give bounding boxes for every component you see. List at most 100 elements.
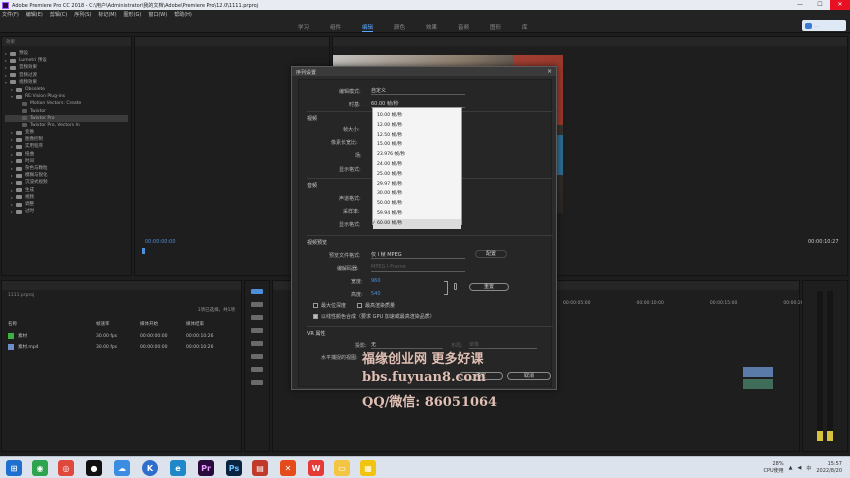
timebase-option[interactable]: ✓ 60.00 帧/秒	[372, 218, 461, 229]
reset-button[interactable]: 重置	[469, 283, 509, 291]
baidu-netdisk-icon[interactable]: ☁	[114, 460, 130, 476]
effects-panel-header[interactable]: 效果	[2, 37, 131, 46]
source-monitor-header[interactable]	[135, 37, 329, 46]
menu-file[interactable]: 文件(F)	[2, 11, 19, 18]
timebase-option[interactable]: 12.00 帧/秒	[373, 121, 461, 131]
selection-tool-icon[interactable]	[251, 289, 263, 294]
timebase-option[interactable]: 30.00 帧/秒	[373, 189, 461, 199]
linear-color-checkbox[interactable]: 以线性颜色合成（要求 GPU 加速或最高渲染品质）	[313, 313, 435, 320]
folder-icon[interactable]: ▭	[334, 460, 350, 476]
width-value[interactable]: 960	[371, 278, 381, 284]
menu-help[interactable]: 帮助(H)	[174, 11, 192, 18]
effects-tree-item[interactable]: Motion Vectors: Create	[5, 100, 128, 107]
ime-icon[interactable]: 中	[806, 465, 811, 472]
volume-icon[interactable]: ◀	[797, 465, 801, 471]
timebase-option[interactable]: 29.97 帧/秒	[373, 180, 461, 190]
workspace-tab-color[interactable]: 颜色	[394, 23, 405, 31]
effects-tree-item[interactable]: ▸ 变换	[5, 129, 128, 136]
chrome-icon[interactable]: ◎	[58, 460, 74, 476]
codec-select[interactable]: MPEG I-Frame	[371, 264, 465, 272]
timebase-option[interactable]: 15.00 帧/秒	[373, 140, 461, 150]
program-monitor-header[interactable]	[333, 37, 847, 46]
height-value[interactable]: 540	[371, 291, 381, 297]
col-fps[interactable]: 帧速率	[96, 321, 140, 327]
timebase-option[interactable]: 24.00 帧/秒	[373, 160, 461, 170]
dialog-close-icon[interactable]: ×	[547, 68, 552, 75]
project-row[interactable]: 素材.mp4 30.00 fps 00:00:00:00 00:00:10:26	[8, 342, 238, 352]
max-bit-depth-checkbox[interactable]: 最大位深度	[313, 302, 346, 309]
notes-icon[interactable]: ▦	[360, 460, 376, 476]
effects-tree-item[interactable]: ▸ 音频效果	[5, 64, 128, 71]
effects-tree-item[interactable]: Twixtor Pro	[5, 114, 128, 122]
k-app-icon[interactable]: K	[142, 460, 158, 476]
qq-icon[interactable]: ●	[86, 460, 102, 476]
menu-window[interactable]: 窗口(W)	[148, 11, 167, 18]
slip-tool-icon[interactable]	[251, 341, 263, 346]
workspace-tab-libraries[interactable]: 库	[522, 23, 528, 31]
max-render-quality-checkbox[interactable]: 最高渲染质量	[357, 302, 395, 309]
wps-chart-icon[interactable]: ▤	[252, 460, 268, 476]
timeline-ruler[interactable]: 00:00:05:00 00:00:10:00 00:00:15:00 00:0…	[563, 301, 811, 306]
timebase-option[interactable]: 50.00 帧/秒	[373, 199, 461, 209]
network-icon[interactable]: ▲	[789, 465, 793, 471]
workspace-tab-editing[interactable]: 编辑	[362, 23, 374, 32]
close-button[interactable]: ✕	[830, 0, 850, 10]
360-browser-icon[interactable]: ◉	[32, 460, 48, 476]
start-menu-icon[interactable]: ⊞	[6, 460, 22, 476]
effects-tree-item[interactable]: ▸ 视频	[5, 194, 128, 201]
photoshop-icon[interactable]: Ps	[226, 460, 242, 476]
effects-tree-item[interactable]: ▸ 图像控制	[5, 136, 128, 143]
timebase-option[interactable]: 23.976 帧/秒	[373, 150, 461, 160]
effects-tree-item[interactable]: ▸ 调整	[5, 201, 128, 208]
link-icon[interactable]	[454, 283, 457, 290]
effects-tree-item[interactable]: ▸ 沉浸式视频	[5, 179, 128, 186]
minimize-button[interactable]: —	[790, 0, 810, 10]
col-start[interactable]: 媒体开始	[140, 321, 186, 327]
audio-clip[interactable]	[743, 379, 773, 389]
source-playhead[interactable]	[142, 248, 145, 254]
track-select-tool-icon[interactable]	[251, 302, 263, 307]
effects-tree-item[interactable]: ▾ 视频效果	[5, 79, 128, 86]
configure-button[interactable]: 配置	[475, 250, 507, 258]
effects-tree-item[interactable]: ▸ Lumetri 预设	[5, 57, 128, 64]
effects-tree-item[interactable]: Twixtor Pro, Vectors In	[5, 122, 128, 129]
effects-tree-item[interactable]: ▸ 模糊与锐化	[5, 172, 128, 179]
ripple-edit-tool-icon[interactable]	[251, 315, 263, 320]
hand-tool-icon[interactable]	[251, 367, 263, 372]
workspace-tab-audio[interactable]: 音频	[458, 23, 469, 31]
menu-marker[interactable]: 标记(M)	[98, 11, 116, 18]
pen-tool-icon[interactable]	[251, 354, 263, 359]
timebase-option[interactable]: 10.00 帧/秒	[373, 111, 461, 121]
baidu-netdisk-badge[interactable]: ...	[802, 20, 846, 31]
edge-icon[interactable]: e	[170, 460, 186, 476]
menu-sequence[interactable]: 序列(S)	[74, 11, 91, 18]
effects-tree-item[interactable]: Twixtor	[5, 108, 128, 115]
effects-tree-item[interactable]: ▸ 扭曲	[5, 151, 128, 158]
effects-tree-item[interactable]: ▸ Obsolete	[5, 86, 128, 93]
effects-tree-item[interactable]: ▸ 时间	[5, 158, 128, 165]
menu-edit[interactable]: 编辑(E)	[26, 11, 43, 18]
col-end[interactable]: 媒体结束	[186, 321, 232, 327]
workspace-tab-effects[interactable]: 效果	[426, 23, 437, 31]
workspace-tab-assembly[interactable]: 组件	[330, 23, 341, 31]
cancel-button[interactable]: 取消	[507, 372, 551, 380]
effects-tree-item[interactable]: ▸ 生成	[5, 187, 128, 194]
timebase-option[interactable]: 59.94 帧/秒	[373, 209, 461, 219]
premiere-taskbar-icon[interactable]: Pr	[198, 460, 214, 476]
effects-tree-item[interactable]: ▸ 实用程序	[5, 143, 128, 150]
menu-clip[interactable]: 剪辑(C)	[50, 11, 67, 18]
editing-mode-select[interactable]: 自定义	[371, 87, 465, 95]
wps-icon[interactable]: W	[308, 460, 324, 476]
effects-tree-item[interactable]: ▸ 音频过渡	[5, 72, 128, 79]
type-tool-icon[interactable]	[251, 380, 263, 385]
razor-tool-icon[interactable]	[251, 328, 263, 333]
workspace-tab-learn[interactable]: 学习	[298, 23, 309, 31]
maximize-button[interactable]: ☐	[810, 0, 830, 10]
menu-graphics[interactable]: 图形(G)	[124, 11, 142, 18]
effects-tree-item[interactable]: ▸ 预设	[5, 50, 128, 57]
video-clip[interactable]	[743, 367, 773, 377]
effects-tree-item[interactable]: ▸ 杂色与颗粒	[5, 165, 128, 172]
cpu-indicator[interactable]: 28% CPU使用	[763, 461, 783, 475]
clock[interactable]: 15:57 2022/8/20	[816, 461, 842, 475]
workspace-tab-graphics[interactable]: 图形	[490, 23, 501, 31]
